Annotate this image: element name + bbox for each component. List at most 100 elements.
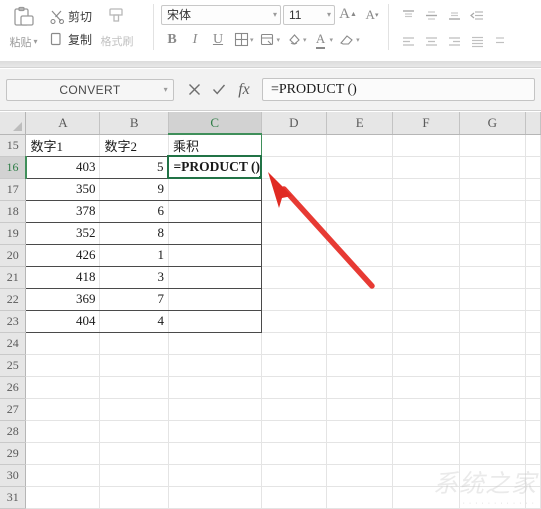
fill-color-button[interactable]: ▾ <box>283 29 309 50</box>
cell-F25[interactable] <box>392 354 460 377</box>
cell-F30[interactable] <box>392 464 460 487</box>
cell-H28[interactable] <box>525 420 541 443</box>
cell-C24[interactable] <box>168 332 262 355</box>
cell-D27[interactable] <box>261 398 328 421</box>
cell-H26[interactable] <box>525 376 541 399</box>
cell-B24[interactable] <box>99 332 169 355</box>
cell-E15[interactable] <box>326 134 394 157</box>
cell-D22[interactable] <box>261 288 328 311</box>
chevron-down-icon[interactable]: ▾ <box>273 10 277 19</box>
cell-D31[interactable] <box>261 486 328 509</box>
row-header-16[interactable]: 16 <box>0 156 27 179</box>
cell-B22[interactable]: 7 <box>99 288 169 311</box>
cell-A23[interactable]: 404 <box>25 310 101 333</box>
chevron-down-icon[interactable]: ▾ <box>303 36 309 44</box>
cell-C31[interactable] <box>168 486 262 509</box>
cell-H30[interactable] <box>525 464 541 487</box>
align-left-button[interactable] <box>397 32 419 53</box>
chevron-down-icon[interactable]: ▾ <box>164 85 168 94</box>
chevron-down-icon[interactable]: ▾ <box>33 38 37 46</box>
cell-G16[interactable] <box>459 156 527 179</box>
cell-H19[interactable] <box>525 222 541 245</box>
cell-D15[interactable] <box>261 134 328 157</box>
cell-H15[interactable] <box>525 134 541 157</box>
cell-B15[interactable]: 数字2 <box>99 133 169 157</box>
cell-E23[interactable] <box>326 310 394 333</box>
row-header-23[interactable]: 23 <box>0 310 27 333</box>
column-header-d[interactable]: D <box>261 112 328 135</box>
cell-A29[interactable] <box>25 442 101 465</box>
cell-B25[interactable] <box>99 354 169 377</box>
cell-G28[interactable] <box>459 420 527 443</box>
cell-B16[interactable]: 5 <box>99 156 169 179</box>
cell-D29[interactable] <box>261 442 328 465</box>
cell-B27[interactable] <box>99 398 169 421</box>
cell-C15[interactable]: 乘积 <box>167 133 262 157</box>
align-middle-button[interactable] <box>420 5 442 26</box>
borders-button[interactable]: ▾ <box>230 29 256 50</box>
underline-button[interactable]: U <box>207 29 229 50</box>
cell-G24[interactable] <box>459 332 527 355</box>
column-header-partial[interactable] <box>525 112 541 135</box>
cell-D18[interactable] <box>261 200 328 223</box>
cell-E27[interactable] <box>326 398 394 421</box>
cell-E22[interactable] <box>326 288 394 311</box>
row-header-22[interactable]: 22 <box>0 288 27 311</box>
column-header-c[interactable]: C <box>168 112 262 135</box>
bold-button[interactable]: B <box>161 29 183 50</box>
cell-G21[interactable] <box>459 266 527 289</box>
cell-C17[interactable] <box>167 178 262 201</box>
cell-F17[interactable] <box>392 178 460 201</box>
cell-G22[interactable] <box>459 288 527 311</box>
cell-C22[interactable] <box>167 288 262 311</box>
cell-D19[interactable] <box>261 222 328 245</box>
grow-font-button[interactable]: A ▲ <box>337 4 359 25</box>
cell-style-button[interactable]: ▾ <box>257 29 283 50</box>
decrease-indent-button[interactable] <box>466 5 488 26</box>
font-size-select[interactable]: 11 ▾ <box>283 4 335 25</box>
cell-G20[interactable] <box>459 244 527 267</box>
cell-B19[interactable]: 8 <box>99 222 169 245</box>
row-header-24[interactable]: 24 <box>0 332 27 355</box>
column-header-g[interactable]: G <box>459 112 527 135</box>
cell-A28[interactable] <box>25 420 101 443</box>
cell-E20[interactable] <box>326 244 394 267</box>
cell-G27[interactable] <box>459 398 527 421</box>
cell-B29[interactable] <box>99 442 169 465</box>
cell-H22[interactable] <box>525 288 541 311</box>
cell-A21[interactable]: 418 <box>25 266 101 289</box>
row-header-21[interactable]: 21 <box>0 266 27 289</box>
cell-D30[interactable] <box>261 464 328 487</box>
increase-indent-button[interactable] <box>489 32 511 53</box>
cell-C30[interactable] <box>168 464 262 487</box>
cell-E24[interactable] <box>326 332 394 355</box>
chevron-down-icon[interactable]: ▾ <box>277 36 283 44</box>
row-header-29[interactable]: 29 <box>0 442 27 465</box>
cell-C27[interactable] <box>168 398 262 421</box>
cell-E31[interactable] <box>326 486 394 509</box>
cell-H17[interactable] <box>525 178 541 201</box>
row-header-26[interactable]: 26 <box>0 376 27 399</box>
font-color-button[interactable]: A ▾ <box>310 29 336 50</box>
cell-G17[interactable] <box>459 178 527 201</box>
cell-D26[interactable] <box>261 376 328 399</box>
italic-button[interactable]: I <box>184 29 206 50</box>
align-right-button[interactable] <box>443 32 465 53</box>
cell-E30[interactable] <box>326 464 394 487</box>
cell-B31[interactable] <box>99 486 169 509</box>
cell-C20[interactable] <box>167 244 262 267</box>
row-header-18[interactable]: 18 <box>0 200 27 223</box>
shrink-font-button[interactable]: A ▾ <box>361 4 383 25</box>
chevron-down-icon[interactable]: ▾ <box>250 36 256 44</box>
cell-H23[interactable] <box>525 310 541 333</box>
clear-format-button[interactable]: ▾ <box>336 29 362 50</box>
cell-F21[interactable] <box>392 266 460 289</box>
cell-E16[interactable] <box>326 156 394 179</box>
cell-F20[interactable] <box>392 244 460 267</box>
cell-C23[interactable] <box>167 310 262 333</box>
cell-A25[interactable] <box>25 354 101 377</box>
cell-A18[interactable]: 378 <box>25 200 101 223</box>
confirm-formula-button[interactable] <box>207 78 231 102</box>
cell-C19[interactable] <box>167 222 262 245</box>
cell-C28[interactable] <box>168 420 262 443</box>
